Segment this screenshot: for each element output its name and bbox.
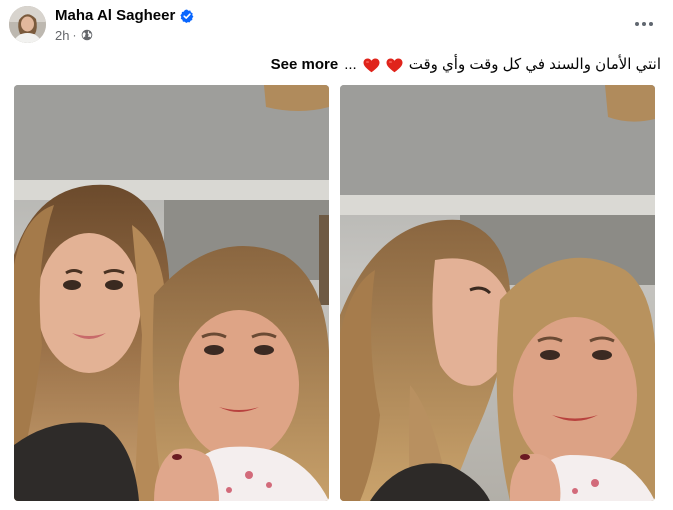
caption-text: انتي الأمان والسند في كل وقت وأي وقت <box>408 56 661 73</box>
more-dot <box>642 22 646 26</box>
verified-badge-icon <box>180 9 194 23</box>
more-dot <box>649 22 653 26</box>
caption-ellipsis: ... <box>344 56 357 73</box>
photo-selfie-two-women <box>14 85 329 501</box>
red-heart-icon <box>386 58 403 73</box>
red-heart-icon <box>363 58 380 73</box>
post-photo-1[interactable] <box>14 85 329 501</box>
post-caption: See more ... انتي الأمان والسند في كل وق… <box>12 54 661 76</box>
avatar-image <box>9 6 46 43</box>
photo-selfie-cheek-kiss <box>340 85 655 501</box>
globe-icon[interactable] <box>81 29 93 41</box>
meta-separator: · <box>72 28 77 42</box>
see-more-link[interactable]: See more <box>271 54 339 76</box>
author-name[interactable]: Maha Al Sagheer <box>55 6 175 26</box>
post-timestamp[interactable]: 2h <box>55 28 69 43</box>
more-dot <box>635 22 639 26</box>
facebook-post: Maha Al Sagheer 2h · See more ... انتي ا… <box>0 0 673 510</box>
post-photo-2[interactable] <box>340 85 655 501</box>
more-options-button[interactable] <box>630 12 658 36</box>
author-avatar[interactable] <box>9 6 46 43</box>
